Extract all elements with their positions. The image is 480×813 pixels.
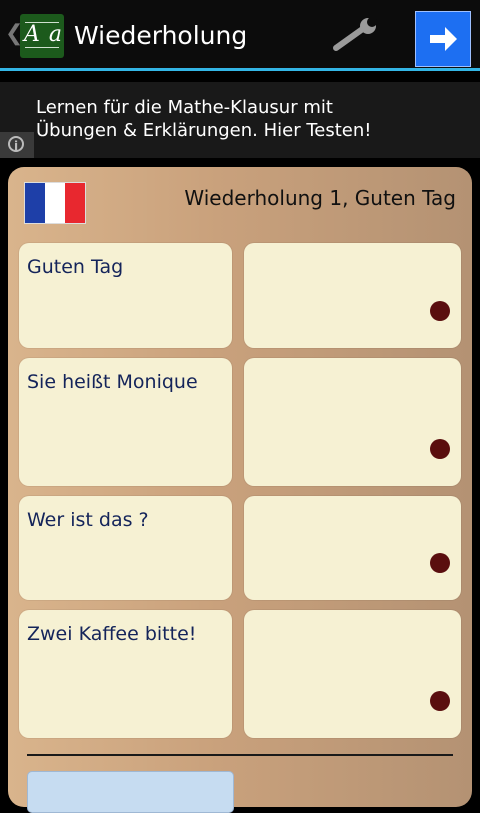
app-icon-text: A a — [24, 22, 63, 47]
answer-card[interactable] — [244, 243, 461, 348]
question-card[interactable]: Guten Tag — [19, 243, 232, 348]
question-text: Sie heißt Monique — [27, 371, 198, 393]
action-bar: ❮ A a Wiederholung ? — [0, 0, 480, 71]
status-dot — [430, 553, 450, 573]
divider-line — [27, 754, 453, 756]
flag-red — [65, 183, 85, 223]
wrench-icon[interactable] — [328, 18, 380, 54]
ad-arrow-button[interactable] — [415, 11, 471, 67]
flag-blue — [25, 183, 45, 223]
question-card[interactable]: Zwei Kaffee bitte! — [19, 610, 232, 738]
ad-text[interactable]: Lernen für die Mathe-Klausur mit Übungen… — [36, 96, 416, 142]
ad-banner[interactable]: Lernen für die Mathe-Klausur mit Übungen… — [0, 82, 480, 158]
question-card[interactable]: Sie heißt Monique — [19, 358, 232, 486]
arrow-right-icon — [430, 27, 457, 51]
action-bar-divider — [0, 68, 480, 71]
answer-card[interactable] — [244, 610, 461, 738]
info-icon: i — [8, 136, 24, 153]
question-text: Guten Tag — [27, 256, 124, 278]
status-dot — [430, 439, 450, 459]
question-text: Wer ist das ? — [27, 509, 149, 531]
page-title: Wiederholung — [74, 21, 248, 50]
action-button[interactable] — [27, 771, 234, 813]
answer-card[interactable] — [244, 496, 461, 600]
ad-info-button[interactable]: i — [0, 132, 34, 158]
app-icon[interactable]: A a — [20, 14, 64, 58]
status-dot — [430, 301, 450, 321]
lesson-title: Wiederholung 1, Guten Tag — [184, 186, 456, 210]
question-text: Zwei Kaffee bitte! — [27, 623, 197, 645]
answer-card[interactable] — [244, 358, 461, 486]
flag-white — [45, 183, 65, 223]
status-dot — [430, 691, 450, 711]
question-card[interactable]: Wer ist das ? — [19, 496, 232, 600]
france-flag — [24, 182, 86, 224]
